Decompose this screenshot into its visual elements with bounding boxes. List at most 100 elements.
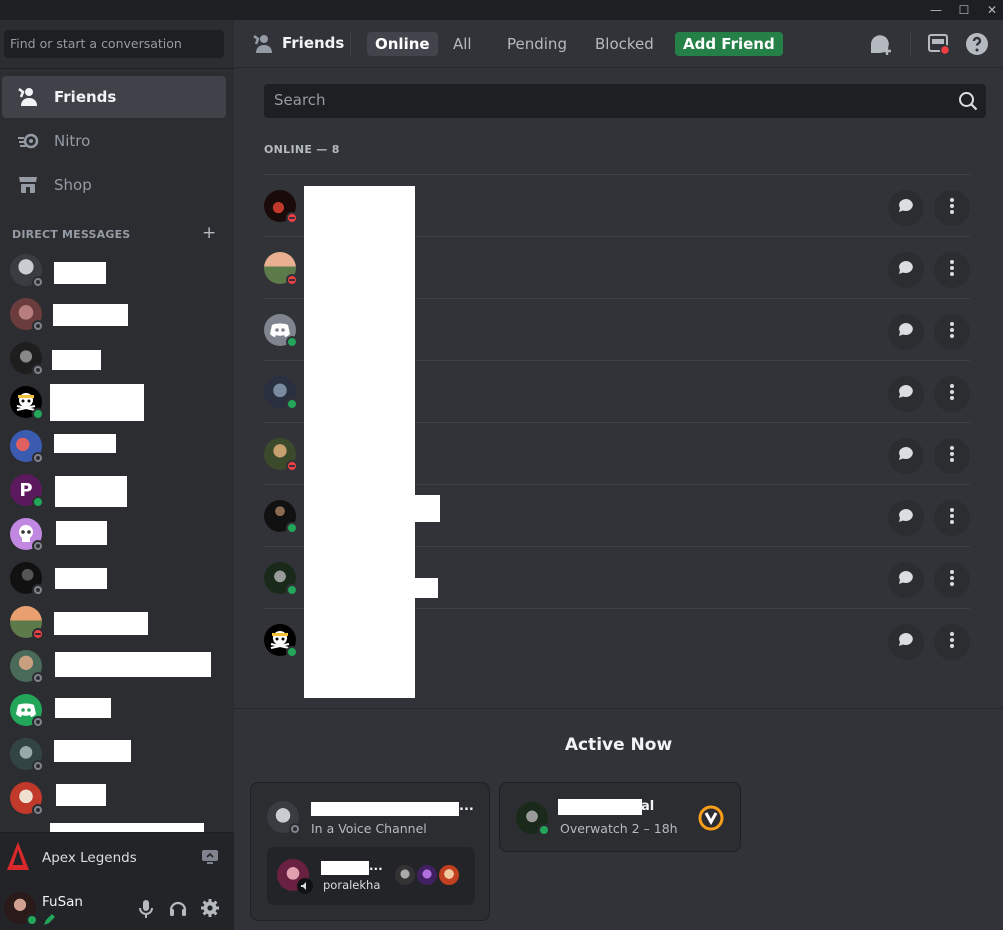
more-options-button[interactable] [934,438,970,474]
redacted-name [413,578,438,598]
dm-item[interactable] [10,780,230,816]
active-now-card-game[interactable]: al Overwatch 2 – 18h [499,782,741,852]
status-indicator [286,522,298,534]
nav-friends-label: Friends [54,88,117,106]
dm-item[interactable] [10,648,230,684]
message-button[interactable] [888,252,924,288]
message-button[interactable] [888,562,924,598]
tab-all[interactable]: All [445,32,480,56]
status-indicator [286,398,298,410]
tab-online[interactable]: Online [367,32,438,56]
message-button[interactable] [888,624,924,660]
nav-shop-label: Shop [54,176,92,194]
voice-channel-status: In a Voice Channel [311,821,427,836]
redacted-name [55,698,111,718]
tab-blocked[interactable]: Blocked [587,32,662,56]
status-indicator [286,336,298,348]
avatar [10,342,44,376]
dm-item[interactable]: P [10,472,230,508]
friends-search-input[interactable]: Search [264,84,986,118]
more-vertical-icon [950,570,954,590]
more-vertical-icon [950,198,954,218]
more-vertical-icon [950,508,954,528]
speaker-icon [297,878,313,894]
message-button[interactable] [888,376,924,412]
dm-item[interactable] [10,604,230,640]
game-activity-bar[interactable]: Apex Legends [0,832,234,884]
header-divider [350,32,351,56]
headphones-icon[interactable] [168,898,188,922]
redacted-name [55,652,211,677]
avatar [10,430,44,464]
more-options-button[interactable] [934,190,970,226]
help-icon[interactable] [965,32,989,60]
more-options-button[interactable] [934,562,970,598]
dm-item[interactable] [10,296,230,332]
redacted-name [54,612,148,635]
header-divider [910,32,911,56]
message-button[interactable] [888,438,924,474]
dm-item[interactable] [10,692,230,728]
avatar [10,386,44,420]
dm-item[interactable] [10,252,230,288]
dm-item[interactable] [10,428,230,464]
dm-item[interactable] [10,516,230,552]
status-indicator [32,496,44,508]
avatar [10,694,44,728]
create-dm-button[interactable]: + [202,223,216,243]
status-indicator [286,584,298,596]
nav-friends[interactable]: Friends [2,76,226,118]
name-suffix: al [641,799,655,814]
active-now-card-voice[interactable]: ... In a Voice Channel ... poralekha [250,782,490,921]
nav-shop[interactable]: Shop [2,164,226,206]
more-options-button[interactable] [934,252,970,288]
dm-item[interactable] [10,384,230,421]
search-placeholder: Search [274,91,326,109]
close-button[interactable]: ✕ [976,0,1003,20]
dm-item[interactable] [10,560,230,596]
active-now-section: Active Now ... In a Voice Channel ... po… [234,708,1003,930]
avatar [264,562,298,596]
user-panel: FuSan [0,884,234,930]
message-button[interactable] [888,190,924,226]
active-now-title: Active Now [564,735,673,755]
tab-pending[interactable]: Pending [499,32,575,56]
voice-name-suffix: ... [369,859,383,873]
nav-nitro[interactable]: Nitro [2,120,226,162]
dm-item[interactable] [10,736,230,772]
message-button[interactable] [888,314,924,350]
avatar [264,252,298,286]
settings-gear-icon[interactable] [200,898,220,922]
message-button[interactable] [888,500,924,536]
more-options-button[interactable] [934,624,970,660]
microphone-icon[interactable] [136,898,156,924]
game-name: Apex Legends [42,850,137,866]
redacted-name [56,521,107,545]
chat-bubble-icon [897,259,915,281]
search-icon [958,91,978,115]
more-options-button[interactable] [934,314,970,350]
inbox-icon[interactable] [927,32,951,60]
add-friend-button[interactable]: Add Friend [675,32,783,56]
status-indicator [289,823,301,835]
redacted-name [54,434,116,453]
chat-bubble-icon [897,445,915,467]
game-activity: Overwatch 2 – 18h [560,821,678,836]
redacted-name [55,476,127,507]
sidebar-divider [0,68,234,69]
redacted-name [558,799,642,815]
user-avatar[interactable] [4,892,38,926]
avatar [264,314,298,348]
more-options-button[interactable] [934,376,970,412]
redacted-name [321,861,369,875]
screen-share-icon[interactable] [200,847,220,871]
find-conversation-input[interactable]: Find or start a conversation [4,30,224,58]
dm-item[interactable] [10,340,230,376]
new-group-dm-icon[interactable] [868,32,894,62]
status-indicator [32,276,44,288]
voice-channel-preview[interactable]: ... poralekha [267,847,475,905]
chat-bubble-icon [897,321,915,343]
more-options-button[interactable] [934,500,970,536]
avatar [264,376,298,410]
more-vertical-icon [950,632,954,652]
